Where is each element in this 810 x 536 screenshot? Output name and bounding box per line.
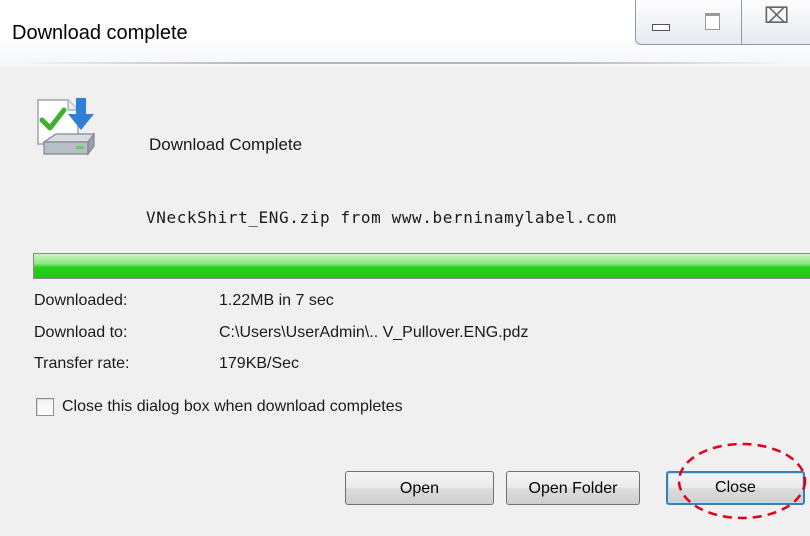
maximize-icon — [705, 13, 720, 30]
close-on-complete-label[interactable]: Close this dialog box when download comp… — [62, 398, 403, 416]
open-button[interactable]: Open — [345, 471, 494, 505]
downloaded-label: Downloaded: — [34, 292, 128, 309]
download-to-value: C:\Users\UserAdmin\.. V_Pullover.ENG.pdz — [219, 324, 529, 341]
window-title: Download complete — [12, 22, 188, 44]
download-to-disk-icon — [37, 98, 96, 156]
window-close-button[interactable]: ⌧ — [741, 0, 810, 45]
highlight-ellipse — [677, 442, 807, 520]
downloaded-value: 1.22MB in 7 sec — [219, 292, 334, 309]
minimize-button[interactable] — [635, 0, 685, 45]
transfer-rate-label: Transfer rate: — [34, 355, 130, 372]
minimize-icon — [652, 24, 670, 31]
download-progress-bar — [33, 253, 810, 279]
download-heading: Download Complete — [149, 135, 303, 154]
close-icon: ⌧ — [764, 4, 790, 29]
title-bar: Download complete ⌧ — [0, 0, 810, 66]
close-on-complete-checkbox[interactable] — [36, 398, 54, 416]
maximize-button[interactable] — [683, 0, 742, 45]
progress-fill — [34, 254, 810, 278]
open-folder-button[interactable]: Open Folder — [506, 471, 640, 505]
download-to-label: Download to: — [34, 324, 128, 341]
transfer-rate-value: 179KB/Sec — [219, 355, 300, 372]
download-source: VNeckShirt_ENG.zip from www.berninamylab… — [146, 208, 617, 227]
